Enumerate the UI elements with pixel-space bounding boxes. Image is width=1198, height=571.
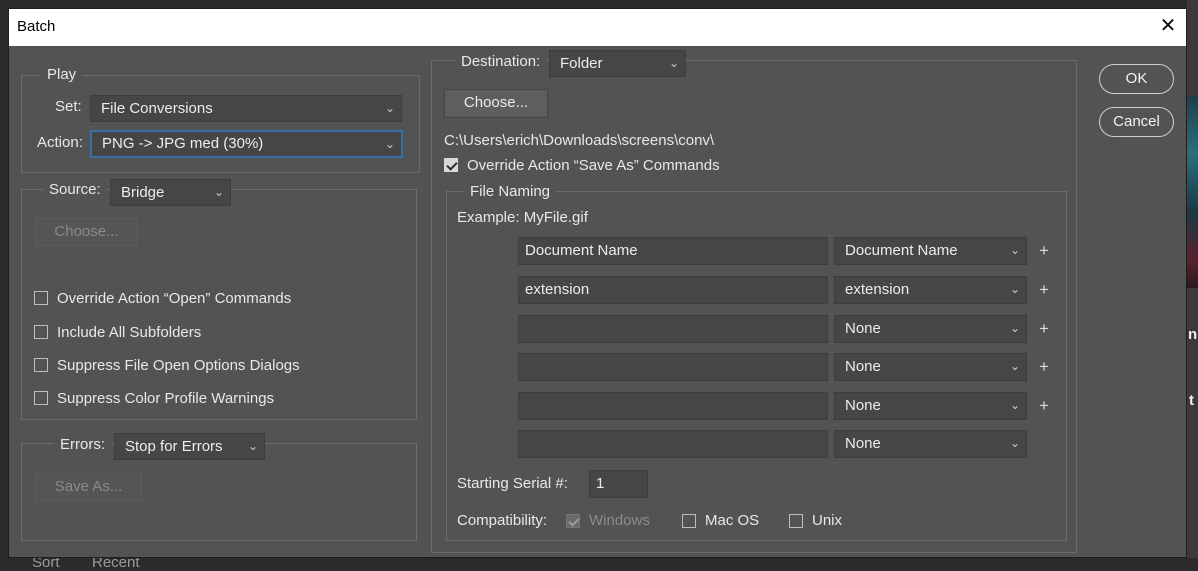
set-dropdown[interactable]: File Conversions ⌄ — [90, 95, 402, 122]
chevron-down-icon: ⌄ — [1009, 398, 1020, 412]
override-save-as-label[interactable]: Override Action “Save As” Commands — [467, 157, 720, 174]
chevron-down-icon: ⌄ — [1009, 282, 1020, 296]
errors-dropdown[interactable]: Stop for Errors ⌄ — [114, 433, 265, 460]
add-naming-row-icon[interactable]: + — [1037, 396, 1051, 416]
naming-dropdown-value: None — [845, 435, 881, 452]
errors-dropdown-value: Stop for Errors — [125, 438, 223, 455]
include-subfolders-checkbox[interactable] — [34, 325, 48, 339]
naming-dropdown-value: extension — [845, 281, 910, 298]
errors-label: Errors: — [54, 436, 111, 453]
starting-serial-input[interactable]: 1 — [589, 470, 648, 498]
naming-dropdown[interactable]: None ⌄ — [834, 353, 1027, 381]
set-dropdown-value: File Conversions — [101, 100, 213, 117]
naming-text-field[interactable]: extension — [518, 276, 828, 304]
action-dropdown[interactable]: PNG -> JPG med (30%) ⌄ — [90, 130, 403, 158]
naming-dropdown[interactable]: None ⌄ — [834, 430, 1027, 458]
source-dropdown-value: Bridge — [121, 184, 165, 201]
add-naming-row-icon[interactable]: + — [1037, 319, 1051, 339]
destination-dropdown[interactable]: Folder ⌄ — [549, 50, 686, 77]
naming-dropdown-value: None — [845, 358, 881, 375]
cancel-button[interactable]: Cancel — [1099, 107, 1174, 137]
compat-windows-checkbox[interactable] — [566, 514, 580, 528]
compat-macos-label[interactable]: Mac OS — [705, 512, 759, 529]
chevron-down-icon: ⌄ — [1009, 359, 1020, 373]
chevron-down-icon: ⌄ — [668, 56, 679, 70]
source-dropdown[interactable]: Bridge ⌄ — [110, 179, 231, 206]
background-bottom-bar — [0, 558, 1198, 567]
naming-text-field[interactable] — [518, 430, 828, 458]
suppress-color-warnings-checkbox[interactable] — [34, 391, 48, 405]
source-choose-button[interactable]: Choose... — [35, 218, 138, 246]
ok-button[interactable]: OK — [1099, 64, 1174, 94]
add-naming-row-icon[interactable]: + — [1037, 280, 1051, 300]
save-as-button[interactable]: Save As... — [35, 473, 142, 501]
naming-dropdown-value: Document Name — [845, 242, 958, 259]
chevron-down-icon: ⌄ — [1009, 243, 1020, 257]
title-bar: Batch ✕ — [9, 9, 1186, 46]
chevron-down-icon: ⌄ — [1009, 436, 1020, 450]
override-save-as-checkbox[interactable] — [444, 158, 458, 172]
play-group — [21, 75, 420, 173]
set-label: Set: — [55, 98, 82, 115]
chevron-down-icon: ⌄ — [213, 185, 224, 199]
chevron-down-icon: ⌄ — [384, 137, 395, 151]
action-dropdown-value: PNG -> JPG med (30%) — [102, 135, 264, 152]
dialog-title: Batch — [17, 18, 56, 35]
chevron-down-icon: ⌄ — [384, 101, 395, 115]
add-naming-row-icon[interactable]: + — [1037, 241, 1051, 261]
destination-path: C:\Users\erich\Downloads\screens\conv\ — [444, 132, 715, 149]
naming-dropdown[interactable]: None ⌄ — [834, 315, 1027, 343]
add-naming-row-icon[interactable]: + — [1037, 357, 1051, 377]
background-edge-text: t — [1189, 392, 1194, 409]
play-legend: Play — [41, 66, 83, 83]
destination-label: Destination: — [455, 53, 547, 70]
include-subfolders-label[interactable]: Include All Subfolders — [57, 324, 201, 341]
file-naming-legend: File Naming — [464, 183, 557, 200]
naming-dropdown-value: None — [845, 320, 881, 337]
naming-text-field[interactable] — [518, 392, 828, 420]
naming-text-field[interactable] — [518, 353, 828, 381]
destination-dropdown-value: Folder — [560, 55, 603, 72]
naming-dropdown[interactable]: Document Name ⌄ — [834, 237, 1027, 265]
destination-choose-button[interactable]: Choose... — [444, 89, 548, 118]
suppress-color-warnings-label[interactable]: Suppress Color Profile Warnings — [57, 390, 274, 407]
starting-serial-label: Starting Serial #: — [457, 475, 568, 492]
compatibility-label: Compatibility: — [457, 512, 548, 529]
file-naming-example: Example: MyFile.gif — [457, 209, 588, 226]
naming-dropdown-value: None — [845, 397, 881, 414]
naming-dropdown[interactable]: None ⌄ — [834, 392, 1027, 420]
background-thumbnail — [1187, 96, 1198, 288]
chevron-down-icon: ⌄ — [247, 439, 258, 453]
override-open-label[interactable]: Override Action “Open” Commands — [57, 290, 291, 307]
batch-dialog: Batch ✕ Play Set: File Conversions ⌄ Act… — [8, 8, 1187, 558]
suppress-open-options-label[interactable]: Suppress File Open Options Dialogs — [57, 357, 300, 374]
compat-unix-checkbox[interactable] — [789, 514, 803, 528]
background-edge-text: n — [1188, 326, 1198, 343]
source-label: Source: — [43, 181, 107, 198]
chevron-down-icon: ⌄ — [1009, 321, 1020, 335]
action-label: Action: — [37, 134, 83, 151]
suppress-open-options-checkbox[interactable] — [34, 358, 48, 372]
compat-macos-checkbox[interactable] — [682, 514, 696, 528]
naming-dropdown[interactable]: extension ⌄ — [834, 276, 1027, 304]
compat-unix-label[interactable]: Unix — [812, 512, 842, 529]
naming-text-field[interactable]: Document Name — [518, 237, 828, 265]
naming-text-field[interactable] — [518, 315, 828, 343]
close-icon[interactable]: ✕ — [1157, 14, 1179, 38]
override-open-checkbox[interactable] — [34, 291, 48, 305]
compat-windows-label: Windows — [589, 512, 650, 529]
